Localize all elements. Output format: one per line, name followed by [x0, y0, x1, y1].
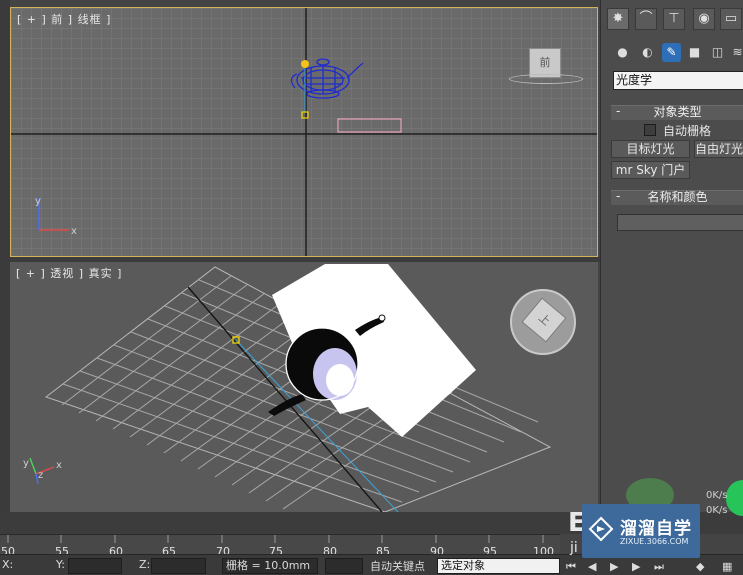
- go-to-start-icon[interactable]: ⏮: [566, 560, 576, 574]
- geometry-sphere-icon[interactable]: ●: [613, 43, 632, 62]
- command-panel: ✸ ⌒ ⊤ ◉ ▭ ● ◐ ✎ ■ ◫ ≋ 光度学 - 对象类型 自动栅格 目标…: [600, 0, 743, 512]
- persp-axis-y-label: y: [23, 458, 29, 469]
- z-coord-field[interactable]: [151, 558, 206, 574]
- object-type-title: 对象类型: [653, 105, 702, 119]
- camera-icon[interactable]: ■: [685, 43, 704, 62]
- name-color-title: 名称和颜色: [647, 190, 708, 204]
- light-source-marker[interactable]: [301, 60, 309, 68]
- viewcube-ring[interactable]: [509, 74, 583, 84]
- playback-controls: ⏮ ◀ ▶ ▶ ⏭ ◆ ▦: [566, 560, 743, 574]
- y-coord-label: Y:: [56, 558, 65, 571]
- persp-axis-x-label: x: [56, 460, 62, 471]
- shapes-icon[interactable]: ◐: [638, 43, 657, 62]
- command-panel-tabs: ✸ ⌒ ⊤ ◉ ▭: [601, 6, 743, 32]
- next-frame-icon[interactable]: ▶: [632, 560, 640, 573]
- net-speed-bottom: 0K/s: [706, 505, 728, 516]
- time-config-icon[interactable]: ▦: [722, 560, 732, 573]
- selection-set-dropdown[interactable]: 选定对象: [437, 558, 560, 574]
- perspective-viewcube[interactable]: 上: [510, 289, 576, 355]
- watermark-badge: 溜溜自学 ZIXUE.3066.COM: [582, 504, 700, 558]
- object-category-row: ● ◐ ✎ ■ ◫ ≋: [601, 40, 743, 66]
- perspective-viewport-canvas: [29, 264, 552, 512]
- hierarchy-icon[interactable]: ⊤: [663, 8, 685, 30]
- viewcube-face-label: 前: [539, 56, 551, 69]
- persp-axis-z-label: z: [38, 470, 44, 481]
- key-filters-icon[interactable]: ◆: [696, 560, 704, 573]
- viewcube-face-label: 上: [535, 311, 553, 329]
- ghost-letters: ji: [570, 540, 578, 556]
- autokey-label[interactable]: 自动关键点: [370, 558, 425, 574]
- perspective-viewport[interactable]: [ + ] 透视 ] 真实 ] 上 y x z: [10, 262, 598, 512]
- y-coord-field[interactable]: [68, 558, 122, 574]
- viewcube-top-face[interactable]: 上: [521, 297, 567, 343]
- go-to-end-icon[interactable]: ⏭: [654, 560, 664, 574]
- front-axis-y-label: y: [35, 196, 41, 207]
- object-type-rollout-header[interactable]: - 对象类型: [611, 105, 743, 120]
- timeline-ruler[interactable]: 50 55 60 65 70 75 80 85 90 95 100: [0, 534, 560, 558]
- object-name-input[interactable]: [617, 214, 743, 231]
- front-viewport-label[interactable]: [ + ] 前 ] 线框 ]: [17, 11, 111, 27]
- autogrid-checkbox[interactable]: [644, 124, 656, 136]
- lights-icon[interactable]: ✎: [662, 43, 681, 62]
- left-gutter: [0, 0, 10, 512]
- z-coord-label: Z:: [139, 558, 151, 571]
- front-viewport[interactable]: [ + ] 前 ] 线框 ] 前 y x: [10, 7, 598, 257]
- space-warps-icon[interactable]: ≋: [728, 43, 743, 62]
- net-speed-top: 0K/s: [706, 490, 728, 501]
- free-light-button[interactable]: 自由灯光: [694, 140, 743, 158]
- display-icon[interactable]: ▭: [720, 8, 742, 30]
- watermark-title: 溜溜自学: [620, 519, 692, 539]
- perspective-viewport-label[interactable]: [ + ] 透视 ] 真实 ]: [16, 265, 122, 281]
- autogrid-label: 自动栅格: [663, 124, 712, 138]
- watermark-logo-icon: [588, 516, 614, 542]
- helpers-icon[interactable]: ◫: [708, 43, 727, 62]
- light-type-dropdown[interactable]: 光度学: [613, 71, 743, 90]
- x-coord-label: X:: [2, 558, 14, 571]
- create-sun-icon[interactable]: ✸: [607, 8, 629, 30]
- name-color-rollout-header[interactable]: - 名称和颜色: [611, 190, 743, 205]
- mr-sky-portal-button[interactable]: mr Sky 门户: [611, 161, 690, 179]
- front-axis-x-label: x: [71, 226, 77, 237]
- motion-icon[interactable]: ◉: [693, 8, 715, 30]
- play-icon[interactable]: ▶: [610, 560, 618, 573]
- front-viewport-canvas: [11, 8, 597, 256]
- target-light-button[interactable]: 目标灯光: [611, 140, 690, 158]
- prev-frame-icon[interactable]: ◀: [588, 560, 596, 573]
- modify-curve-icon[interactable]: ⌒: [635, 8, 657, 30]
- watermark-url: ZIXUE.3066.COM: [620, 537, 689, 546]
- grid-size-readout: 栅格 = 10.0mm: [222, 558, 318, 574]
- key-mode-box[interactable]: [325, 558, 363, 574]
